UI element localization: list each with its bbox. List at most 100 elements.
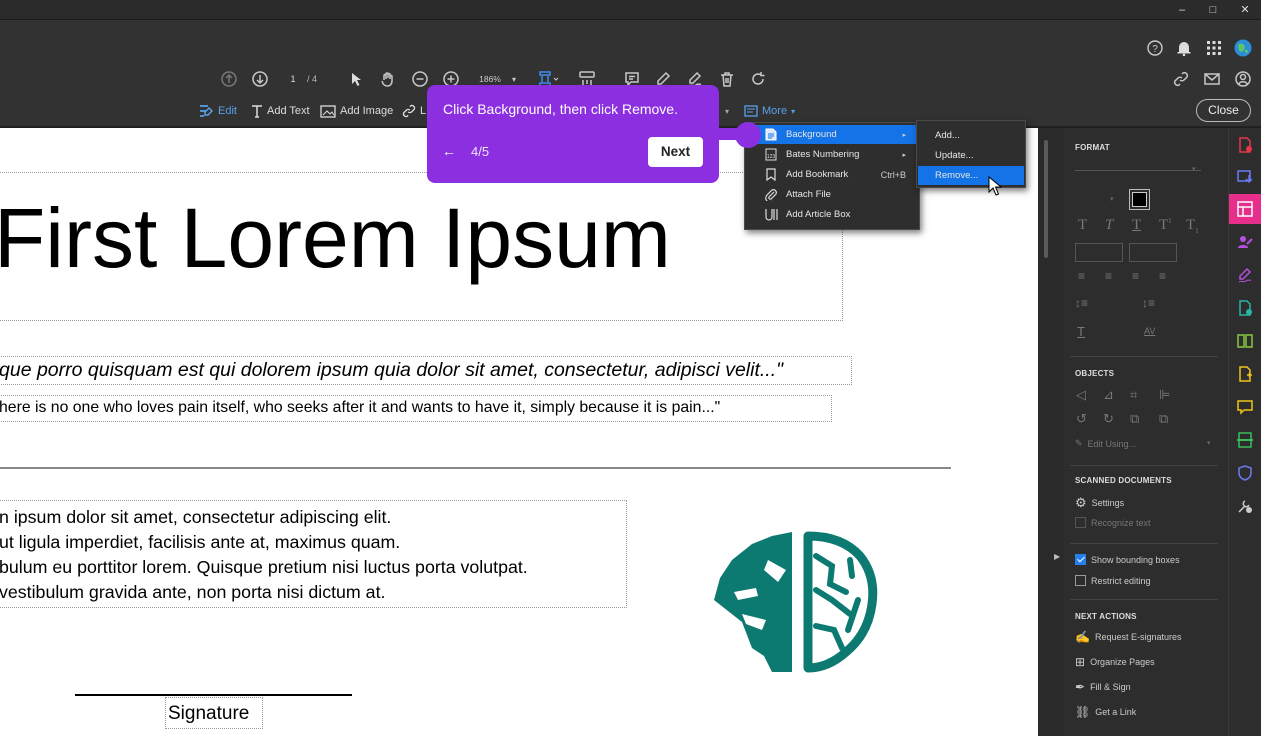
zoom-out-icon[interactable] (411, 69, 429, 89)
brain-head-logo[interactable] (712, 530, 880, 674)
chevron-down-icon: ▾ (1192, 166, 1196, 173)
comment-tool-icon[interactable] (1236, 398, 1254, 416)
submenu-item-update[interactable]: Update... (918, 146, 1024, 165)
apps-grid-icon[interactable] (1205, 38, 1223, 58)
link-button[interactable]: L (402, 103, 426, 119)
scan-settings-button[interactable]: ⚙ Settings (1075, 495, 1124, 511)
email-icon[interactable] (1202, 69, 1222, 89)
subscript-icon[interactable]: T1 (1186, 217, 1199, 235)
menu-item-add-article-box[interactable]: Add Article Box (746, 205, 918, 224)
underline-text-icon[interactable]: T (1132, 217, 1141, 234)
rotate-icon[interactable] (749, 69, 767, 89)
more-tools-icon[interactable] (1236, 497, 1254, 515)
share-link-icon[interactable] (1171, 69, 1191, 89)
quote-italic[interactable]: que porro quisquam est qui dolorem ipsum… (0, 359, 783, 382)
share-user-icon[interactable] (1233, 69, 1253, 89)
signature-label[interactable]: Signature (168, 703, 249, 725)
paragraph-line[interactable]: ut ligula imperdiet, facilisis ante at, … (0, 532, 400, 553)
paragraph-spacing-icon[interactable]: ↕≡ (1142, 296, 1155, 310)
avatar[interactable] (1233, 38, 1253, 58)
add-image-label: Add Image (340, 105, 394, 117)
replace-image-icon[interactable]: ⧉ (1130, 411, 1139, 427)
line-spacing-icon[interactable]: ↕≡ (1075, 296, 1088, 310)
menu-item-attach-file[interactable]: Attach File (746, 185, 918, 204)
scan-ocr-icon[interactable] (1236, 431, 1254, 449)
rotate-right-icon[interactable]: ↻ (1103, 411, 1114, 427)
crop-icon[interactable]: ⌗ (1130, 387, 1137, 403)
combine-files-icon[interactable] (1236, 365, 1254, 383)
numbered-list-icon[interactable] (1129, 243, 1177, 262)
restrict-editing-option[interactable]: Restrict editing (1075, 575, 1151, 586)
request-esign-action[interactable]: ✍ Request E-signatures (1075, 630, 1182, 644)
flip-vertical-icon[interactable]: ⊿ (1103, 387, 1114, 403)
italic-text-icon[interactable]: T (1105, 217, 1113, 234)
submenu-item-remove[interactable]: Remove... (918, 166, 1024, 185)
background-icon (764, 128, 778, 142)
more-button[interactable]: More ▾ (744, 103, 795, 119)
fill-sign-icon[interactable] (1236, 266, 1254, 284)
align-left-icon[interactable]: ≡ (1078, 269, 1085, 283)
page-number-input[interactable]: 1 (283, 69, 303, 89)
edit-tool-button[interactable]: Edit (198, 103, 237, 119)
flip-horizontal-icon[interactable]: ◁ (1076, 387, 1086, 403)
minimize-button[interactable]: – (1172, 2, 1192, 18)
fill-sign-action[interactable]: ✒ Fill & Sign (1075, 680, 1131, 694)
justify-icon[interactable]: ≡ (1159, 269, 1166, 283)
document-title[interactable]: First Lorem Ipsum (0, 190, 671, 287)
superscript-icon[interactable]: T1 (1159, 217, 1172, 234)
protect-icon[interactable] (1236, 464, 1254, 482)
font-dropdown[interactable] (1075, 170, 1201, 171)
bell-icon[interactable] (1175, 38, 1193, 58)
submenu-item-add[interactable]: Add... (918, 126, 1024, 145)
edit-using-dropdown[interactable]: ✎ Edit Using... (1075, 438, 1136, 449)
restrict-checkbox[interactable] (1075, 575, 1086, 586)
restrict-label: Restrict editing (1091, 575, 1151, 586)
organize-pages-icon[interactable] (1236, 332, 1254, 350)
previous-page-icon[interactable] (220, 69, 238, 89)
rotate-left-icon[interactable]: ↺ (1076, 411, 1087, 427)
paragraph-line[interactable]: n ipsum dolor sit amet, consectetur adip… (0, 507, 391, 528)
close-window-button[interactable]: ✕ (1235, 2, 1255, 18)
recognize-checkbox[interactable] (1075, 517, 1086, 528)
char-scale-icon[interactable]: T (1077, 324, 1085, 339)
scrollbar-track[interactable] (1038, 128, 1064, 736)
add-image-button[interactable]: Add Image (320, 103, 393, 119)
dropdown-arrow-icon[interactable]: ▾ (725, 103, 729, 119)
request-signatures-icon[interactable] (1236, 233, 1254, 251)
menu-item-add-bookmark[interactable]: Add Bookmark Ctrl+B (746, 165, 918, 184)
send-for-review-icon[interactable] (1236, 299, 1254, 317)
align-objects-icon[interactable]: ⊫ (1159, 387, 1170, 403)
recognize-text-option[interactable]: Recognize text (1075, 517, 1151, 528)
hand-tool-icon[interactable] (379, 69, 397, 89)
delete-icon[interactable] (718, 69, 736, 89)
tooltip-back-arrow-icon[interactable]: ← (442, 143, 456, 159)
show-bounding-boxes-option[interactable]: Show bounding boxes (1075, 554, 1180, 565)
text-color-swatch[interactable] (1129, 189, 1150, 210)
menu-item-background[interactable]: Background ▸ (746, 125, 918, 144)
scrollbar-thumb[interactable] (1044, 140, 1048, 258)
bold-text-icon[interactable]: T (1078, 217, 1087, 234)
bullet-list-icon[interactable] (1075, 243, 1123, 262)
next-button[interactable]: Next (648, 137, 703, 167)
show-boxes-checkbox[interactable] (1075, 554, 1086, 565)
next-page-icon[interactable] (251, 69, 269, 89)
get-link-action[interactable]: ⛓ Get a Link (1075, 705, 1136, 719)
maximize-button[interactable]: □ (1203, 2, 1223, 18)
arrange-icon[interactable]: ⧉ (1159, 411, 1168, 427)
edit-pdf-icon[interactable] (1236, 200, 1254, 218)
expand-panel-icon[interactable]: ▶ (1054, 552, 1060, 561)
paragraph-line[interactable]: bulum eu porttitor lorem. Quisque pretiu… (0, 557, 528, 578)
close-edit-button[interactable]: Close (1196, 99, 1251, 122)
char-spacing-icon[interactable]: AV (1144, 326, 1155, 336)
organize-pages-action[interactable]: ⊞ Organize Pages (1075, 655, 1155, 669)
create-pdf-icon[interactable] (1236, 136, 1254, 154)
quote-plain[interactable]: here is no one who loves pain itself, wh… (0, 399, 720, 417)
align-center-icon[interactable]: ≡ (1105, 269, 1112, 283)
export-pdf-icon[interactable] (1236, 168, 1254, 186)
menu-item-bates-numbering[interactable]: 123 Bates Numbering ▸ (746, 145, 918, 164)
add-text-button[interactable]: Add Text (251, 103, 310, 119)
help-icon[interactable]: ? (1146, 38, 1164, 58)
select-pointer-icon[interactable] (349, 69, 365, 89)
align-right-icon[interactable]: ≡ (1132, 269, 1139, 283)
paragraph-line[interactable]: vestibulum gravida ante, non porta nisi … (0, 582, 385, 603)
